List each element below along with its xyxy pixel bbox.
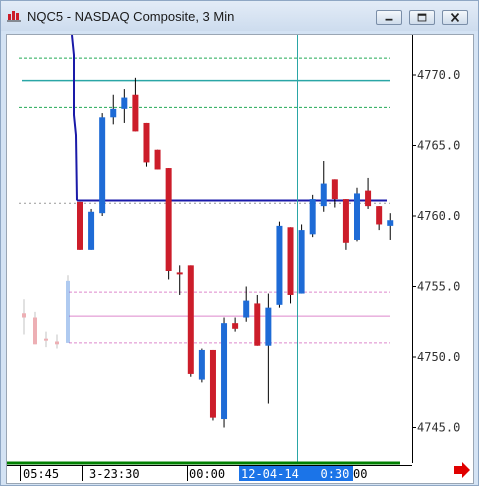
time-label: 00 bbox=[353, 467, 367, 481]
price-label: 4765.0 bbox=[417, 139, 460, 153]
candle-body bbox=[232, 323, 239, 329]
candle-body bbox=[365, 190, 372, 207]
price-label: 4760.0 bbox=[417, 209, 460, 223]
candle-body bbox=[221, 323, 228, 420]
candle-body bbox=[243, 300, 250, 318]
candle-body bbox=[55, 341, 59, 345]
price-label: 4750.0 bbox=[417, 350, 460, 364]
candle[interactable] bbox=[143, 122, 150, 167]
candle-body bbox=[254, 303, 261, 346]
time-label: 00:00 bbox=[189, 467, 225, 481]
candle-body bbox=[44, 338, 48, 341]
price-axis[interactable]: 4770.0 4765.0 4760.0 4755.0 4750.0 4745.… bbox=[412, 68, 460, 435]
candle-body bbox=[77, 201, 83, 250]
candle-body bbox=[33, 317, 37, 345]
window-title: NQC5 - NASDAQ Composite, 3 Min bbox=[27, 9, 235, 24]
candle-body bbox=[342, 199, 349, 243]
price-label: 4745.0 bbox=[417, 421, 460, 435]
candle-body bbox=[187, 265, 194, 374]
candle[interactable] bbox=[88, 208, 95, 250]
candle-body bbox=[132, 94, 139, 132]
candle-body bbox=[176, 272, 183, 275]
chart-panel[interactable]: 4770.0 4765.0 4760.0 4755.0 4750.0 4745.… bbox=[6, 34, 474, 484]
candle[interactable] bbox=[354, 187, 360, 242]
candle-body bbox=[387, 220, 394, 226]
candle[interactable] bbox=[276, 221, 283, 308]
candle[interactable] bbox=[287, 227, 294, 304]
candle-body bbox=[99, 117, 106, 214]
candle-body bbox=[376, 206, 383, 225]
price-label: 4755.0 bbox=[417, 280, 460, 294]
candle[interactable] bbox=[187, 265, 194, 377]
candle-body bbox=[287, 227, 294, 295]
close-button[interactable] bbox=[442, 10, 468, 25]
candle-body bbox=[354, 193, 360, 240]
close-icon bbox=[450, 13, 460, 22]
title-bar[interactable]: NQC5 - NASDAQ Composite, 3 Min bbox=[1, 1, 478, 31]
chart-icon bbox=[7, 11, 21, 22]
minimize-icon bbox=[385, 18, 393, 21]
chart-window: NQC5 - NASDAQ Composite, 3 Min 4770.0 47… bbox=[0, 0, 479, 486]
candle-body bbox=[198, 349, 205, 380]
plot-area bbox=[7, 35, 412, 463]
candle-body bbox=[88, 211, 95, 250]
chart-canvas[interactable]: 4770.0 4765.0 4760.0 4755.0 4750.0 4745.… bbox=[7, 35, 473, 483]
candle-body bbox=[276, 225, 283, 305]
minimize-button[interactable] bbox=[376, 10, 402, 25]
candle-body bbox=[66, 280, 70, 343]
candle-body bbox=[121, 97, 128, 109]
candle[interactable] bbox=[77, 201, 83, 250]
candle-body bbox=[298, 230, 305, 294]
red-right-arrow-icon[interactable] bbox=[454, 462, 470, 478]
faded-candle bbox=[66, 275, 70, 343]
candle-body bbox=[209, 349, 216, 418]
candle-body bbox=[265, 307, 272, 346]
candle[interactable] bbox=[209, 349, 216, 421]
candle-body bbox=[22, 313, 26, 318]
candle[interactable] bbox=[165, 168, 172, 280]
candle[interactable] bbox=[154, 149, 161, 170]
candle[interactable] bbox=[221, 317, 228, 428]
candle-body bbox=[154, 149, 161, 170]
candle-body bbox=[309, 199, 316, 235]
time-label: 3-23:30 bbox=[89, 467, 140, 481]
candle-body bbox=[165, 168, 172, 271]
candle-body bbox=[143, 122, 150, 163]
time-axis[interactable]: 05:45 3-23:30 00:00 12-04-14 0:30 00 bbox=[20, 466, 368, 481]
candle[interactable] bbox=[298, 224, 305, 294]
time-label: 05:45 bbox=[23, 467, 59, 481]
candle[interactable] bbox=[342, 199, 349, 250]
candle-body bbox=[331, 179, 338, 200]
price-label: 4770.0 bbox=[417, 68, 460, 82]
time-cursor-label: 12-04-14 0:30 bbox=[241, 467, 349, 481]
candle-body bbox=[320, 183, 327, 207]
candle-body bbox=[110, 108, 117, 118]
candle[interactable] bbox=[99, 113, 106, 216]
candle[interactable] bbox=[309, 194, 316, 238]
candle[interactable] bbox=[198, 348, 205, 383]
restore-icon bbox=[417, 13, 427, 22]
restore-button[interactable] bbox=[409, 10, 435, 25]
